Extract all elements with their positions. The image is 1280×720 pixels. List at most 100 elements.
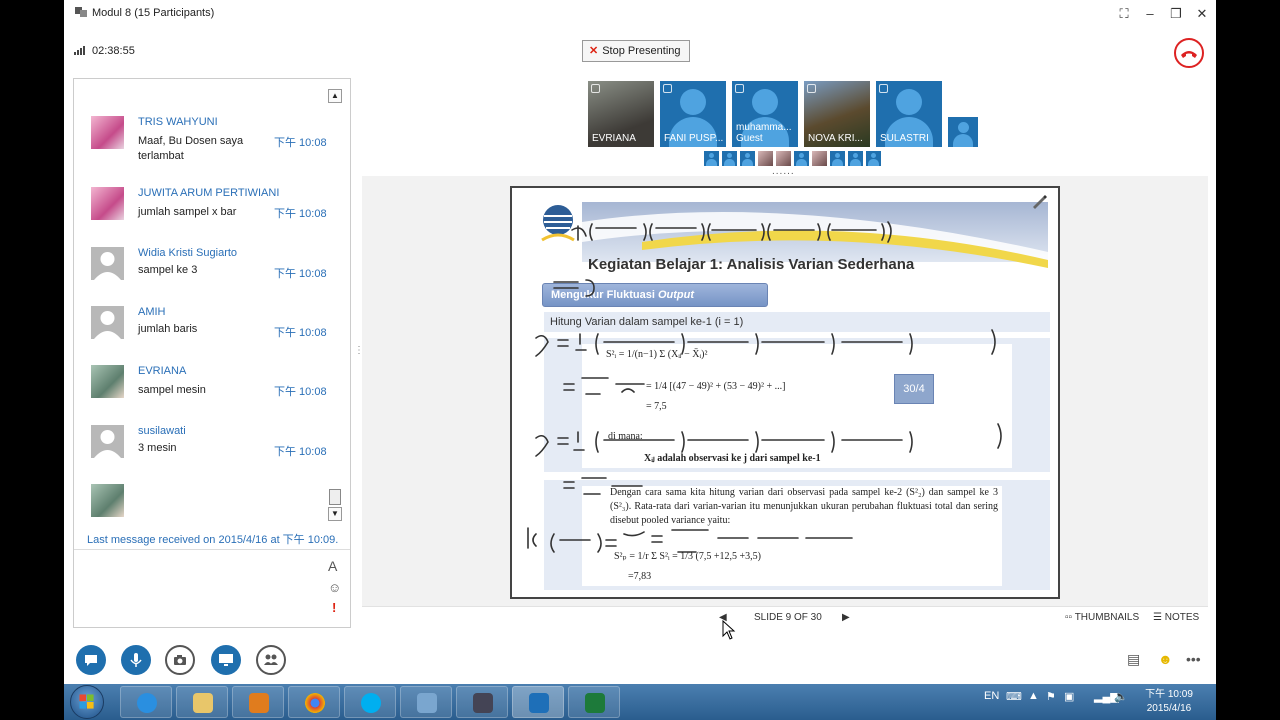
participant-tile[interactable]: muhamma... Guest [732,81,798,147]
participant-tile[interactable]: EVRIANA [588,81,654,147]
language-indicator[interactable]: EN [984,690,999,702]
thumbnails-button[interactable]: ▫▫ THUMBNAILS [1065,612,1139,623]
volume-icon[interactable]: 🔈 [1114,690,1128,703]
scroll-thumb[interactable] [329,489,341,505]
participant-tile[interactable]: NOVA KRI... [804,81,870,147]
participant-tile[interactable]: SULASTRI [876,81,942,147]
taskbar-chrome[interactable] [288,686,340,718]
sender-name: Widia Kristi Sugiarto [138,247,238,259]
chat-input[interactable]: A ☺ ! [74,549,350,627]
taskbar-video[interactable] [456,686,508,718]
film-icon [473,693,493,713]
person-icon [94,430,121,458]
person-icon [752,89,778,115]
sender-name: AMIH [138,306,166,318]
sender-name: susilawati [138,425,186,437]
pen-annotation-icon[interactable] [1030,192,1048,210]
scroll-down-arrow-icon[interactable]: ▼ [328,507,342,521]
taskbar-lync[interactable] [512,686,564,718]
annotation-ink-layer [527,221,1002,553]
next-slide-arrow-icon[interactable]: ▶ [842,612,850,623]
minimize-button[interactable]: – [1142,6,1158,22]
participant-thumbnail[interactable] [794,151,809,166]
person-icon [680,89,706,115]
hang-up-icon [1181,51,1197,58]
taskbar-excel[interactable] [568,686,620,718]
app-icon [417,693,437,713]
avatar [91,425,124,458]
taskbar-app[interactable] [400,686,452,718]
participant-name: FANI PUSP... [664,133,724,144]
chat-scrollbar[interactable]: ▲ ▼ [328,89,342,521]
stop-presenting-button[interactable]: ✕ Stop Presenting [582,40,690,62]
taskbar-internet-explorer[interactable] [120,686,172,718]
chrome-icon [305,693,325,713]
fullscreen-icon[interactable]: ⛶ [1116,6,1132,22]
sender-name: TRIS WAHYUNI [138,116,218,128]
shared-slide: Kegiatan Belajar 1: Analisis Varian Sede… [510,186,1060,599]
participant-thumbnail[interactable] [776,151,791,166]
microphone-icon [130,653,142,667]
meeting-window: Modul 8 (15 Participants) ⛶ – ❐ ✕ 02:38:… [64,0,1216,684]
camera-icon [174,655,186,665]
slide-counter: SLIDE 9 OF 30 [754,612,822,623]
font-format-icon[interactable]: A [328,558,337,574]
message-time: 下午 10:08 [274,386,327,398]
scroll-up-arrow-icon[interactable]: ▲ [328,89,342,103]
participant-thumbnail[interactable] [830,151,845,166]
chat-toggle-button[interactable] [76,645,106,675]
participant-thumbnail[interactable] [758,151,773,166]
right-letterbox [1216,0,1280,684]
message-text: Maaf, Bu Dosen saya terlambat [138,135,244,162]
taskbar-skype[interactable] [344,686,396,718]
participant-thumbnail[interactable] [866,151,881,166]
participant-thumbnail[interactable] [848,151,863,166]
system-clock[interactable]: 下午 10:09 2015/4/16 [1128,688,1210,716]
participant-thumbnail[interactable] [704,151,719,166]
taskbar-media-player[interactable] [232,686,284,718]
participant-thumbnail[interactable] [740,151,755,166]
emoji-icon[interactable]: ☺ [328,580,341,595]
mouse-cursor-icon [722,620,736,640]
elapsed-time: 02:38:55 [92,45,135,57]
person-icon-body [953,134,973,147]
self-view-tile[interactable] [948,117,978,147]
mic-icon [663,84,672,93]
video-button[interactable] [165,645,195,675]
share-screen-button[interactable] [211,645,241,675]
taskbar-file-explorer[interactable] [176,686,228,718]
participant-thumbnail[interactable] [812,151,827,166]
chat-message-list[interactable]: TRIS WAHYUNI Maaf, Bu Dosen saya terlamb… [74,79,340,521]
internet-explorer-icon [137,693,157,713]
audio-button[interactable] [121,645,151,675]
avatar [91,187,124,220]
keyboard-icon[interactable]: ⌨ [1006,690,1022,703]
close-icon: ✕ [589,45,599,57]
participants-button[interactable] [256,645,286,675]
tray-expand-icon[interactable]: ▲ [1028,690,1039,702]
clock-date: 2015/4/16 [1146,703,1192,714]
more-options-icon[interactable]: ••• [1186,651,1201,667]
windows-taskbar: EN ⌨ ▲ ⚑ ▣ ▂▄▆ 🔈 下午 10:09 2015/4/16 [64,684,1216,720]
avatar [91,484,124,517]
priority-icon[interactable]: ! [332,600,336,615]
start-button[interactable] [70,685,104,719]
end-call-button[interactable] [1174,38,1204,68]
participant-tile[interactable]: FANI PUSP... [660,81,726,147]
layout-icon[interactable]: ▤ [1127,651,1140,668]
participant-thumbnail[interactable] [722,151,737,166]
emoji-reaction-icon[interactable]: ☻ [1158,651,1173,667]
notes-button[interactable]: ☰ NOTES [1153,612,1199,623]
avatar [91,247,124,280]
panel-splitter-handle[interactable]: ⋮ [354,345,364,361]
person-icon [94,252,121,280]
lync-icon [529,693,549,713]
action-center-flag-icon[interactable]: ⚑ [1046,690,1056,703]
close-button[interactable]: ✕ [1194,6,1210,22]
participant-role: Guest [736,133,763,144]
participant-name: SULASTRI [880,133,929,144]
last-message-status: Last message received on 2015/4/16 at 下午… [87,534,339,546]
restore-button[interactable]: ❐ [1168,6,1184,22]
message-time: 下午 10:08 [274,446,327,458]
app-tray-icon[interactable]: ▣ [1064,690,1074,703]
